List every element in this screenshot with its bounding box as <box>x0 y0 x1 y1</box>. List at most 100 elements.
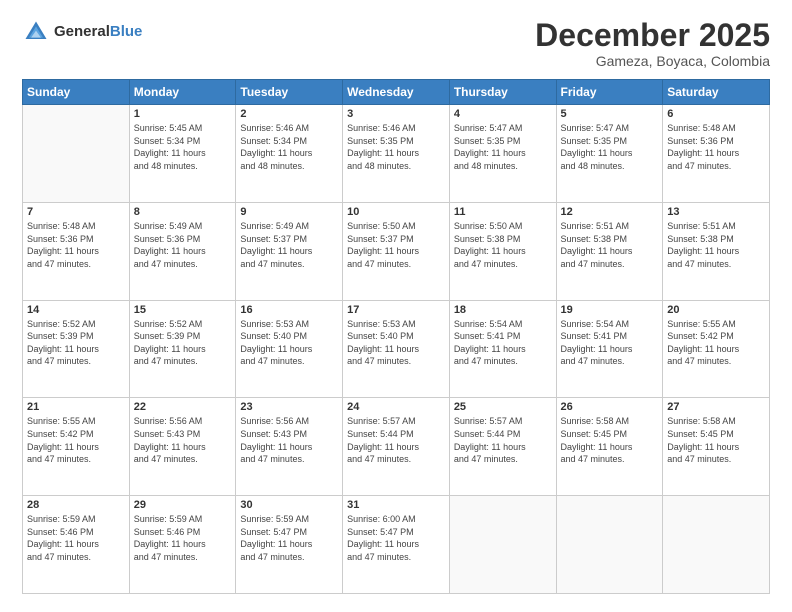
cell-info: Sunrise: 5:52 AMSunset: 5:39 PMDaylight:… <box>27 318 125 368</box>
calendar-cell: 3 Sunrise: 5:46 AMSunset: 5:35 PMDaylight… <box>343 105 450 203</box>
col-tuesday: Tuesday <box>236 80 343 105</box>
day-number: 6 <box>667 108 765 120</box>
calendar-cell: 4 Sunrise: 5:47 AMSunset: 5:35 PMDaylight… <box>449 105 556 203</box>
cell-info: Sunrise: 5:50 AMSunset: 5:37 PMDaylight:… <box>347 220 445 270</box>
calendar-cell: 8Sunrise: 5:49 AMSunset: 5:36 PMDaylight… <box>129 202 236 300</box>
cell-info: Sunrise: 5:51 AMSunset: 5:38 PMDaylight:… <box>667 220 765 270</box>
cell-info: Sunrise: 5:59 AMSunset: 5:46 PMDaylight:… <box>134 513 232 563</box>
cell-info: Sunrise: 5:50 AMSunset: 5:38 PMDaylight:… <box>454 220 552 270</box>
cell-info: Sunrise: 5:54 AMSunset: 5:41 PMDaylight:… <box>561 318 659 368</box>
day-number: 15 <box>134 304 232 316</box>
page: GeneralBlue December 2025 Gameza, Boyaca… <box>0 0 792 612</box>
calendar-cell: 26 Sunrise: 5:58 AMSunset: 5:45 PMDayligh… <box>556 398 663 496</box>
calendar-cell: 14Sunrise: 5:52 AMSunset: 5:39 PMDayligh… <box>23 300 130 398</box>
calendar-cell: 20Sunrise: 5:55 AMSunset: 5:42 PMDayligh… <box>663 300 770 398</box>
col-friday: Friday <box>556 80 663 105</box>
header: GeneralBlue December 2025 Gameza, Boyaca… <box>22 18 770 69</box>
cell-info: Sunrise: 5:53 AMSunset: 5:40 PMDaylight:… <box>347 318 445 368</box>
col-wednesday: Wednesday <box>343 80 450 105</box>
calendar-table: Sunday Monday Tuesday Wednesday Thursday… <box>22 79 770 594</box>
day-number: 10 <box>347 206 445 218</box>
day-number: 28 <box>27 499 125 511</box>
calendar-cell: 5Sunrise: 5:47 AMSunset: 5:35 PMDaylight… <box>556 105 663 203</box>
day-number: 16 <box>240 304 338 316</box>
cell-info: Sunrise: 5:47 AMSunset: 5:35 PMDaylight:… <box>561 122 659 172</box>
calendar-week-row: 7 Sunrise: 5:48 AMSunset: 5:36 PMDaylight… <box>23 202 770 300</box>
location: Gameza, Boyaca, Colombia <box>535 53 770 69</box>
cell-info: Sunrise: 5:58 AMSunset: 5:45 PMDaylight:… <box>667 415 765 465</box>
day-number: 22 <box>134 401 232 413</box>
cell-info: Sunrise: 5:46 AMSunset: 5:35 PMDaylight:… <box>347 122 445 172</box>
calendar-cell: 17 Sunrise: 5:53 AMSunset: 5:40 PMDayligh… <box>343 300 450 398</box>
calendar-cell: 27 Sunrise: 5:58 AMSunset: 5:45 PMDayligh… <box>663 398 770 496</box>
calendar-cell: 21 Sunrise: 5:55 AMSunset: 5:42 PMDayligh… <box>23 398 130 496</box>
day-number: 31 <box>347 499 445 511</box>
cell-info: Sunrise: 5:47 AMSunset: 5:35 PMDaylight:… <box>454 122 552 172</box>
cell-info: Sunrise: 5:54 AMSunset: 5:41 PMDaylight:… <box>454 318 552 368</box>
cell-info: Sunrise: 5:57 AMSunset: 5:44 PMDaylight:… <box>454 415 552 465</box>
cell-info: Sunrise: 5:57 AMSunset: 5:44 PMDaylight:… <box>347 415 445 465</box>
calendar-cell: 2 Sunrise: 5:46 AMSunset: 5:34 PMDaylight… <box>236 105 343 203</box>
calendar-cell: 16 Sunrise: 5:53 AMSunset: 5:40 PMDayligh… <box>236 300 343 398</box>
day-number: 30 <box>240 499 338 511</box>
day-number: 8 <box>134 206 232 218</box>
calendar-cell: 18 Sunrise: 5:54 AMSunset: 5:41 PMDayligh… <box>449 300 556 398</box>
cell-info: Sunrise: 5:58 AMSunset: 5:45 PMDaylight:… <box>561 415 659 465</box>
calendar-header-row: Sunday Monday Tuesday Wednesday Thursday… <box>23 80 770 105</box>
calendar-week-row: 21 Sunrise: 5:55 AMSunset: 5:42 PMDayligh… <box>23 398 770 496</box>
day-number: 18 <box>454 304 552 316</box>
day-number: 3 <box>347 108 445 120</box>
day-number: 26 <box>561 401 659 413</box>
day-number: 19 <box>561 304 659 316</box>
cell-info: Sunrise: 5:45 AMSunset: 5:34 PMDaylight:… <box>134 122 232 172</box>
cell-info: Sunrise: 5:56 AMSunset: 5:43 PMDaylight:… <box>134 415 232 465</box>
cell-info: Sunrise: 5:55 AMSunset: 5:42 PMDaylight:… <box>27 415 125 465</box>
day-number: 12 <box>561 206 659 218</box>
day-number: 23 <box>240 401 338 413</box>
day-number: 27 <box>667 401 765 413</box>
cell-info: Sunrise: 5:59 AMSunset: 5:46 PMDaylight:… <box>27 513 125 563</box>
cell-info: Sunrise: 5:48 AMSunset: 5:36 PMDaylight:… <box>27 220 125 270</box>
logo-text: GeneralBlue <box>54 23 142 41</box>
calendar-cell: 29 Sunrise: 5:59 AMSunset: 5:46 PMDayligh… <box>129 496 236 594</box>
col-thursday: Thursday <box>449 80 556 105</box>
day-number: 2 <box>240 108 338 120</box>
cell-info: Sunrise: 5:53 AMSunset: 5:40 PMDaylight:… <box>240 318 338 368</box>
day-number: 17 <box>347 304 445 316</box>
calendar-cell: 15Sunrise: 5:52 AMSunset: 5:39 PMDayligh… <box>129 300 236 398</box>
calendar-cell: 28 Sunrise: 5:59 AMSunset: 5:46 PMDayligh… <box>23 496 130 594</box>
calendar-cell: 24 Sunrise: 5:57 AMSunset: 5:44 PMDayligh… <box>343 398 450 496</box>
day-number: 24 <box>347 401 445 413</box>
day-number: 29 <box>134 499 232 511</box>
calendar-cell: 19 Sunrise: 5:54 AMSunset: 5:41 PMDayligh… <box>556 300 663 398</box>
calendar-week-row: 14Sunrise: 5:52 AMSunset: 5:39 PMDayligh… <box>23 300 770 398</box>
cell-info: Sunrise: 6:00 AMSunset: 5:47 PMDaylight:… <box>347 513 445 563</box>
cell-info: Sunrise: 5:59 AMSunset: 5:47 PMDaylight:… <box>240 513 338 563</box>
col-monday: Monday <box>129 80 236 105</box>
calendar-cell: 12 Sunrise: 5:51 AMSunset: 5:38 PMDayligh… <box>556 202 663 300</box>
calendar-cell <box>663 496 770 594</box>
logo-blue: Blue <box>110 23 143 40</box>
calendar-cell: 30 Sunrise: 5:59 AMSunset: 5:47 PMDayligh… <box>236 496 343 594</box>
calendar-cell: 22 Sunrise: 5:56 AMSunset: 5:43 PMDayligh… <box>129 398 236 496</box>
day-number: 21 <box>27 401 125 413</box>
cell-info: Sunrise: 5:48 AMSunset: 5:36 PMDaylight:… <box>667 122 765 172</box>
day-number: 7 <box>27 206 125 218</box>
day-number: 11 <box>454 206 552 218</box>
col-saturday: Saturday <box>663 80 770 105</box>
cell-info: Sunrise: 5:56 AMSunset: 5:43 PMDaylight:… <box>240 415 338 465</box>
calendar-cell: 23 Sunrise: 5:56 AMSunset: 5:43 PMDayligh… <box>236 398 343 496</box>
cell-info: Sunrise: 5:51 AMSunset: 5:38 PMDaylight:… <box>561 220 659 270</box>
calendar-cell <box>556 496 663 594</box>
logo: GeneralBlue <box>22 18 142 46</box>
logo-general: General <box>54 23 110 40</box>
logo-icon <box>22 18 50 46</box>
calendar-cell: 11 Sunrise: 5:50 AMSunset: 5:38 PMDayligh… <box>449 202 556 300</box>
calendar-week-row: 1Sunrise: 5:45 AMSunset: 5:34 PMDaylight… <box>23 105 770 203</box>
cell-info: Sunrise: 5:46 AMSunset: 5:34 PMDaylight:… <box>240 122 338 172</box>
cell-info: Sunrise: 5:55 AMSunset: 5:42 PMDaylight:… <box>667 318 765 368</box>
calendar-cell <box>449 496 556 594</box>
day-number: 9 <box>240 206 338 218</box>
day-number: 4 <box>454 108 552 120</box>
day-number: 25 <box>454 401 552 413</box>
